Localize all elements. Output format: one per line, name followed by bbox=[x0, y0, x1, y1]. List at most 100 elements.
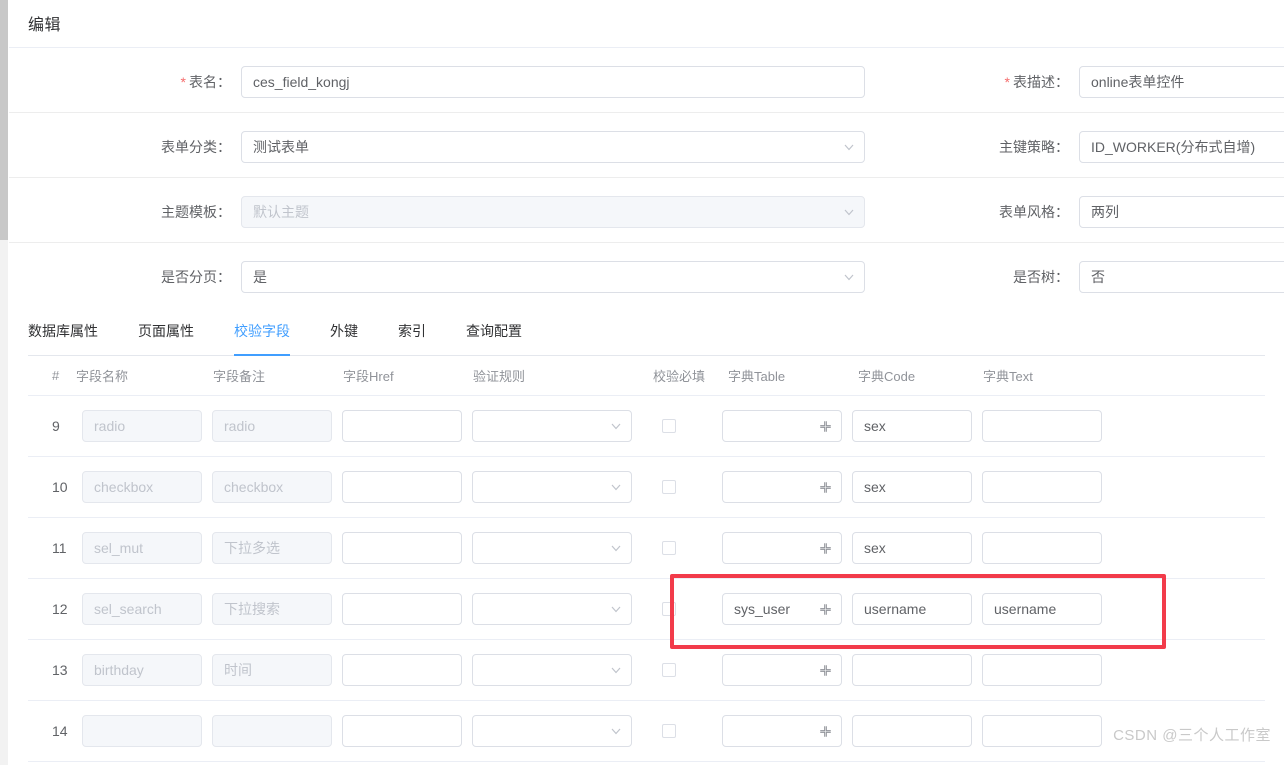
expand-shrink-icon[interactable] bbox=[819, 594, 832, 624]
cell-rule[interactable] bbox=[472, 532, 632, 564]
dictCode-value: username bbox=[864, 601, 927, 617]
cell-dictTable[interactable] bbox=[722, 715, 842, 747]
checkbox-required[interactable] bbox=[662, 602, 676, 616]
table-row: 13 birthday 时间 bbox=[28, 640, 1265, 701]
form-row-3: 主题模板： 默认主题 表单风格： 两列 bbox=[9, 178, 1284, 243]
checkbox-required[interactable] bbox=[662, 419, 676, 433]
table-name-value: ces_field_kongj bbox=[253, 74, 350, 90]
cell-dictText[interactable] bbox=[982, 715, 1102, 747]
tab-5[interactable]: 查询配置 bbox=[446, 308, 542, 355]
is-tree-select[interactable]: 否 bbox=[1079, 261, 1284, 293]
is-tree-value: 否 bbox=[1091, 269, 1105, 285]
cell-remark: 下拉多选 bbox=[212, 532, 332, 564]
expand-shrink-icon[interactable] bbox=[819, 655, 832, 685]
cell-required[interactable] bbox=[662, 663, 682, 677]
field-table-name: * 表名： ces_field_kongj bbox=[181, 66, 865, 98]
form-row-4: 是否分页： 是 是否树： 否 bbox=[9, 243, 1284, 308]
cell-dictText[interactable] bbox=[982, 471, 1102, 503]
field-is-paging-label: 是否分页： bbox=[161, 269, 231, 285]
field-is-tree: 是否树： 否 bbox=[1013, 261, 1284, 293]
cell-dictTable[interactable] bbox=[722, 532, 842, 564]
row-number: 14 bbox=[52, 723, 68, 739]
tab-label: 数据库属性 bbox=[28, 323, 98, 339]
cell-dictText[interactable] bbox=[982, 654, 1102, 686]
tab-2[interactable]: 校验字段 bbox=[214, 308, 310, 356]
cell-required[interactable] bbox=[662, 480, 682, 494]
field-table-desc: * 表描述： online表单控件 bbox=[1005, 66, 1284, 98]
cell-rule[interactable] bbox=[472, 593, 632, 625]
name-value: checkbox bbox=[94, 479, 154, 495]
tab-1[interactable]: 页面属性 bbox=[118, 308, 214, 355]
tab-3[interactable]: 外键 bbox=[310, 308, 378, 355]
table-row: 10 checkbox checkbox sex bbox=[28, 457, 1265, 518]
cell-dictCode[interactable] bbox=[852, 654, 972, 686]
field-form-style-label: 表单风格： bbox=[999, 204, 1069, 220]
checkbox-required[interactable] bbox=[662, 724, 676, 738]
name-value: birthday bbox=[94, 662, 144, 678]
checkbox-required[interactable] bbox=[662, 663, 676, 677]
cell-dictText[interactable] bbox=[982, 410, 1102, 442]
cell-href[interactable] bbox=[342, 410, 462, 442]
column-header-href: 字段Href bbox=[343, 369, 394, 384]
cell-rule[interactable] bbox=[472, 654, 632, 686]
cell-dictCode[interactable] bbox=[852, 715, 972, 747]
cell-href[interactable] bbox=[342, 532, 462, 564]
required-star: * bbox=[1004, 74, 1010, 90]
cell-dictCode[interactable]: sex bbox=[852, 471, 972, 503]
table-name-input[interactable]: ces_field_kongj bbox=[241, 66, 865, 98]
cell-dictTable[interactable] bbox=[722, 654, 842, 686]
dictText-value: username bbox=[994, 601, 1057, 617]
cell-rule[interactable] bbox=[472, 410, 632, 442]
page-scrollbar-thumb[interactable] bbox=[0, 0, 8, 240]
form-category-select[interactable]: 测试表单 bbox=[241, 131, 865, 163]
cell-name: radio bbox=[82, 410, 202, 442]
expand-shrink-icon[interactable] bbox=[819, 411, 832, 441]
cell-href[interactable] bbox=[342, 715, 462, 747]
pk-strategy-select[interactable]: ID_WORKER(分布式自增) bbox=[1079, 131, 1284, 163]
expand-shrink-icon[interactable] bbox=[819, 716, 832, 746]
cell-required[interactable] bbox=[662, 602, 682, 616]
dialog-header: 编辑 bbox=[9, 0, 1284, 48]
tab-label: 外键 bbox=[330, 323, 358, 339]
table-desc-input[interactable]: online表单控件 bbox=[1079, 66, 1284, 98]
cell-name: sel_search bbox=[82, 593, 202, 625]
tab-0[interactable]: 数据库属性 bbox=[28, 308, 118, 355]
cell-required[interactable] bbox=[662, 541, 682, 555]
cell-dictCode[interactable]: username bbox=[852, 593, 972, 625]
form-style-select[interactable]: 两列 bbox=[1079, 196, 1284, 228]
cell-dictTable[interactable]: sys_user bbox=[722, 593, 842, 625]
expand-shrink-icon[interactable] bbox=[819, 533, 832, 563]
cell-dictCode[interactable]: sex bbox=[852, 532, 972, 564]
cell-href[interactable] bbox=[342, 471, 462, 503]
cell-dictCode[interactable]: sex bbox=[852, 410, 972, 442]
tab-label: 校验字段 bbox=[234, 323, 290, 339]
form-row-1: * 表名： ces_field_kongj * 表描述： online表单控件 bbox=[9, 48, 1284, 113]
table-body: 9 radio radio sex 10 checkbox checkbox sex 11 sel… bbox=[28, 396, 1265, 762]
expand-shrink-icon[interactable] bbox=[819, 472, 832, 502]
cell-dictTable[interactable] bbox=[722, 471, 842, 503]
tab-label: 页面属性 bbox=[138, 323, 194, 339]
checkbox-required[interactable] bbox=[662, 541, 676, 555]
required-star: * bbox=[180, 74, 186, 90]
cell-required[interactable] bbox=[662, 419, 682, 433]
cell-name: sel_mut bbox=[82, 532, 202, 564]
checkbox-required[interactable] bbox=[662, 480, 676, 494]
chevron-down-icon bbox=[843, 197, 855, 227]
column-header-dictText: 字典Text bbox=[983, 369, 1033, 384]
cell-dictText[interactable]: username bbox=[982, 593, 1102, 625]
theme-template-select: 默认主题 bbox=[241, 196, 865, 228]
cell-rule[interactable] bbox=[472, 715, 632, 747]
is-paging-select[interactable]: 是 bbox=[241, 261, 865, 293]
page-scrollbar-track[interactable] bbox=[0, 0, 8, 765]
cell-required[interactable] bbox=[662, 724, 682, 738]
cell-rule[interactable] bbox=[472, 471, 632, 503]
dictTable-value: sys_user bbox=[734, 601, 791, 617]
cell-href[interactable] bbox=[342, 654, 462, 686]
cell-dictText[interactable] bbox=[982, 532, 1102, 564]
cell-dictTable[interactable] bbox=[722, 410, 842, 442]
tab-4[interactable]: 索引 bbox=[378, 308, 446, 355]
tab-label: 查询配置 bbox=[466, 323, 522, 339]
form-style-value: 两列 bbox=[1091, 204, 1119, 220]
field-pk-strategy-label: 主键策略： bbox=[999, 139, 1069, 155]
cell-href[interactable] bbox=[342, 593, 462, 625]
